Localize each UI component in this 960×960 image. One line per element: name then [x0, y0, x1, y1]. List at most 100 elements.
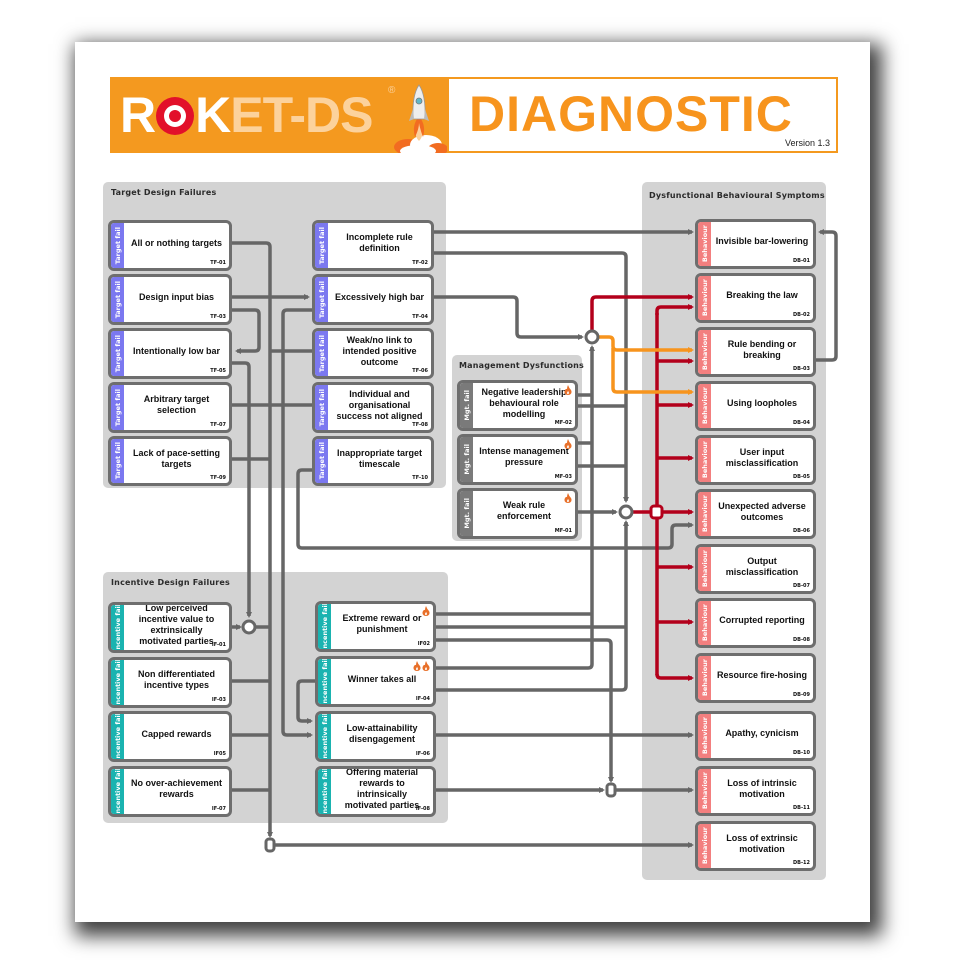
flame-rating [413, 661, 430, 671]
flame-icon [564, 385, 572, 395]
tag-behaviour: Behaviour [698, 547, 711, 591]
box-code: DB-09 [793, 692, 810, 698]
box-tf-06: Target fail Weak/no link to intended posi… [312, 328, 434, 379]
box-if-05: Incentive fail Capped rewards IF05 [108, 711, 232, 762]
box-code: TF-08 [412, 422, 428, 428]
tag-target-fail: Target fail [111, 439, 124, 483]
tag-behaviour: Behaviour [698, 601, 711, 645]
tag-label: Mgt. fail [462, 498, 471, 529]
box-db-04: Behaviour Using loopholes DB-04 [695, 381, 816, 431]
box-code: IF-03 [211, 697, 226, 703]
box-code: DB-02 [793, 312, 810, 318]
tag-label: Behaviour [700, 717, 709, 755]
junction-node-a [584, 329, 600, 345]
connector-tf04-node-a [434, 295, 584, 340]
tag-label: Behaviour [700, 772, 709, 810]
box-code: IF05 [213, 751, 226, 757]
tag-incentive-fail: Incentive fail [318, 604, 331, 649]
tag-label: Target fail [113, 226, 122, 265]
box-code: IF-08 [415, 806, 430, 812]
box-code: MF-02 [554, 420, 572, 426]
box-code: TF-06 [412, 368, 428, 374]
tag-label: Target fail [317, 334, 326, 373]
tag-incentive-fail: Incentive fail [318, 714, 331, 759]
box-code: IF-04 [415, 696, 430, 702]
box-tf-03: Target fail Design input bias TF-03 [108, 274, 232, 325]
flame-rating [564, 385, 572, 395]
flame-rating [422, 606, 430, 616]
box-db-11: Behaviour Loss of intrinsic motivation DB-… [695, 766, 816, 816]
box-code: TF-01 [210, 260, 226, 266]
tag-behaviour: Behaviour [698, 714, 711, 758]
box-if-04: Incentive fail Winner takes all IF-04 [315, 656, 436, 707]
tag-behaviour: Behaviour [698, 438, 711, 482]
tag-label: Target fail [113, 388, 122, 427]
tag-behaviour: Behaviour [698, 656, 711, 700]
box-code: DB-06 [793, 528, 810, 534]
box-if-03: Incentive fail Non differentiated incenti… [108, 657, 232, 708]
tag-label: Target fail [113, 442, 122, 480]
tag-incentive-fail: Incentive fail [318, 659, 331, 704]
tag-label: Behaviour [700, 225, 709, 263]
connector-spine-db09 [655, 673, 694, 681]
box-db-01: Behaviour Invisible bar-lowering DB-01 [695, 219, 816, 269]
flame-icon [564, 493, 572, 503]
tag-incentive-fail: Incentive fail [111, 660, 124, 705]
box-tf-05: Target fail Intentionally low bar TF-05 [108, 328, 232, 379]
tag-label: Target fail [317, 280, 326, 319]
flame-icon [413, 661, 421, 671]
box-db-12: Behaviour Loss of extrinsic motivation DB-… [695, 821, 816, 871]
box-code: DB-07 [793, 583, 810, 589]
connector-tf01-trunk [232, 241, 273, 838]
tag-label: Target fail [317, 226, 326, 265]
junction-node-trunk [264, 837, 276, 853]
junction-node-if01 [241, 619, 257, 635]
tag-behaviour: Behaviour [698, 769, 711, 813]
flame-icon [422, 606, 430, 616]
box-db-09: Behaviour Resource fire-hosing DB-09 [695, 653, 816, 703]
tag-label: Incentive fail [320, 657, 329, 706]
tag-label: Behaviour [700, 387, 709, 425]
box-db-07: Behaviour Output misclassification DB-07 [695, 544, 816, 594]
tag-label: Incentive fail [320, 767, 329, 816]
connector-node-a-db02 [590, 294, 694, 330]
tag-incentive-fail: Incentive fail [318, 769, 331, 814]
tag-label: Behaviour [700, 550, 709, 588]
tag-label: Behaviour [700, 333, 709, 371]
connector-db03-db01-loop [816, 229, 838, 362]
box-code: TF-10 [412, 475, 428, 481]
tag-target-fail: Target fail [111, 331, 124, 376]
box-code: TF-02 [412, 260, 428, 266]
box-code: IF-01 [211, 642, 226, 648]
tag-target-fail: Target fail [111, 385, 124, 430]
tag-target-fail: Target fail [315, 223, 328, 268]
tag-label: Incentive fail [320, 602, 329, 651]
tag-mgt-fail: Mgt. fail [460, 491, 473, 536]
tag-target-fail: Target fail [315, 331, 328, 376]
tag-label: Target fail [317, 388, 326, 427]
flame-rating [564, 439, 572, 449]
box-tf-09: Target fail Lack of pace-setting targets T… [108, 436, 232, 486]
tag-target-fail: Target fail [111, 223, 124, 268]
box-code: TF-09 [210, 475, 226, 481]
connector-tf05-node [232, 361, 252, 618]
tag-label: Target fail [113, 280, 122, 319]
tag-label: Target fail [317, 442, 326, 480]
tag-label: Behaviour [700, 604, 709, 642]
box-code: DB-08 [793, 637, 810, 643]
box-code: DB-01 [793, 258, 810, 264]
box-code: IF02 [417, 641, 430, 647]
box-tf-07: Target fail Arbitrary target selection TF-… [108, 382, 232, 433]
tag-label: Incentive fail [113, 767, 122, 816]
tag-label: Incentive fail [320, 712, 329, 761]
tag-behaviour: Behaviour [698, 824, 711, 868]
box-code: TF-04 [412, 314, 428, 320]
box-code: MF-03 [554, 474, 572, 480]
junction-node-b [618, 504, 634, 520]
flame-rating [564, 493, 572, 503]
connector-spine-db02 [655, 304, 694, 315]
box-if-06: Incentive fail Low-attainability disengag… [315, 711, 436, 762]
box-code: DB-04 [793, 420, 810, 426]
box-code: DB-10 [793, 750, 810, 756]
flame-icon [422, 661, 430, 671]
